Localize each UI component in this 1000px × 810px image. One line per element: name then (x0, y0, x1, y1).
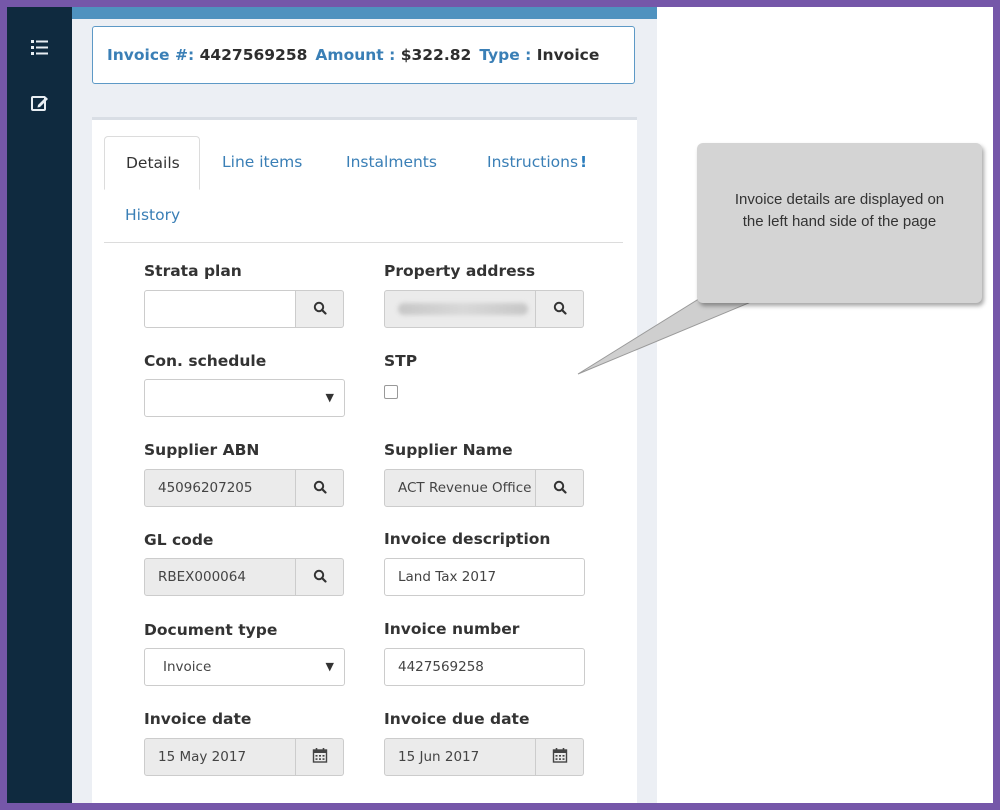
tab-details[interactable]: Details (104, 136, 200, 190)
con-schedule-label: Con. schedule (144, 352, 267, 370)
tab-history[interactable]: History (125, 206, 180, 224)
search-icon (313, 300, 327, 319)
callout-tooltip: Invoice details are displayed on the lef… (697, 143, 982, 303)
invoice-date-calendar-button[interactable] (296, 738, 344, 776)
alert-icon: ! (580, 153, 588, 171)
tab-bar: Details Line items Instalments Instructi… (104, 136, 623, 243)
invoice-due-date-input[interactable]: 15 Jun 2017 (384, 738, 536, 776)
tab-details-label: Details (126, 154, 180, 172)
document-type-label: Document type (144, 621, 278, 639)
details-panel: Details Line items Instalments Instructi… (92, 117, 637, 803)
edit-icon[interactable] (29, 92, 51, 114)
gl-code-search-button[interactable] (296, 558, 344, 596)
supplier-name-input[interactable]: ACT Revenue Office (384, 469, 536, 507)
list-icon[interactable] (29, 37, 51, 59)
invoice-description-input[interactable]: Land Tax 2017 (384, 558, 585, 596)
invoice-number-field-label: Invoice number (384, 620, 520, 638)
invoice-date-input[interactable]: 15 May 2017 (144, 738, 296, 776)
supplier-abn-label: Supplier ABN (144, 441, 260, 459)
type-label: Type : (479, 46, 532, 64)
sidebar (7, 7, 72, 803)
invoice-number-label: Invoice #: (107, 46, 195, 64)
strata-plan-input[interactable] (144, 290, 296, 328)
invoice-summary: Invoice #: 4427569258 Amount : $322.82 T… (92, 26, 635, 84)
amount-value: $322.82 (400, 46, 472, 64)
gl-code-input[interactable]: RBEX000064 (144, 558, 296, 596)
search-icon (553, 479, 567, 498)
search-icon (313, 479, 327, 498)
main-panel: Invoice #: 4427569258 Amount : $322.82 T… (72, 7, 657, 803)
strata-plan-search-button[interactable] (296, 290, 344, 328)
top-accent-bar (72, 7, 657, 19)
document-type-select[interactable]: Invoice ▼ (144, 648, 345, 686)
supplier-name-label: Supplier Name (384, 441, 513, 459)
property-address-input[interactable] (384, 290, 536, 328)
type-value: Invoice (536, 46, 600, 64)
document-type-value: Invoice (163, 659, 212, 675)
caret-down-icon: ▼ (325, 660, 334, 673)
app-frame: Invoice #: 4427569258 Amount : $322.82 T… (0, 0, 1000, 810)
calendar-icon (312, 747, 328, 767)
supplier-name-search-button[interactable] (536, 469, 584, 507)
gl-code-label: GL code (144, 531, 214, 549)
tab-instalments-label: Instalments (346, 153, 437, 171)
invoice-due-date-label: Invoice due date (384, 710, 530, 728)
caret-down-icon: ▼ (325, 391, 334, 404)
invoice-date-label: Invoice date (144, 710, 252, 728)
amount-label: Amount : (315, 46, 396, 64)
property-address-search-button[interactable] (536, 290, 584, 328)
callout-text: Invoice details are displayed on the lef… (734, 191, 945, 230)
strata-plan-label: Strata plan (144, 262, 242, 280)
tab-history-label: History (125, 206, 181, 224)
stp-label: STP (384, 352, 418, 370)
tab-line-items[interactable]: Line items (222, 153, 302, 171)
redacted-address (398, 303, 528, 315)
invoice-due-date-calendar-button[interactable] (536, 738, 584, 776)
supplier-abn-input[interactable]: 45096207205 (144, 469, 296, 507)
invoice-number-input[interactable]: 4427569258 (384, 648, 585, 686)
tab-instalments[interactable]: Instalments (346, 153, 437, 171)
invoice-description-label: Invoice description (384, 530, 551, 548)
tab-line-items-label: Line items (222, 153, 303, 171)
tab-instructions-label: Instructions (487, 153, 579, 171)
property-address-label: Property address (384, 262, 536, 280)
search-icon (313, 568, 327, 587)
supplier-abn-search-button[interactable] (296, 469, 344, 507)
invoice-number-value: 4427569258 (199, 46, 308, 64)
stp-checkbox[interactable] (384, 385, 398, 399)
tab-instructions[interactable]: Instructions! (487, 153, 587, 171)
search-icon (553, 300, 567, 319)
calendar-icon (552, 747, 568, 767)
con-schedule-select[interactable]: ▼ (144, 379, 345, 417)
